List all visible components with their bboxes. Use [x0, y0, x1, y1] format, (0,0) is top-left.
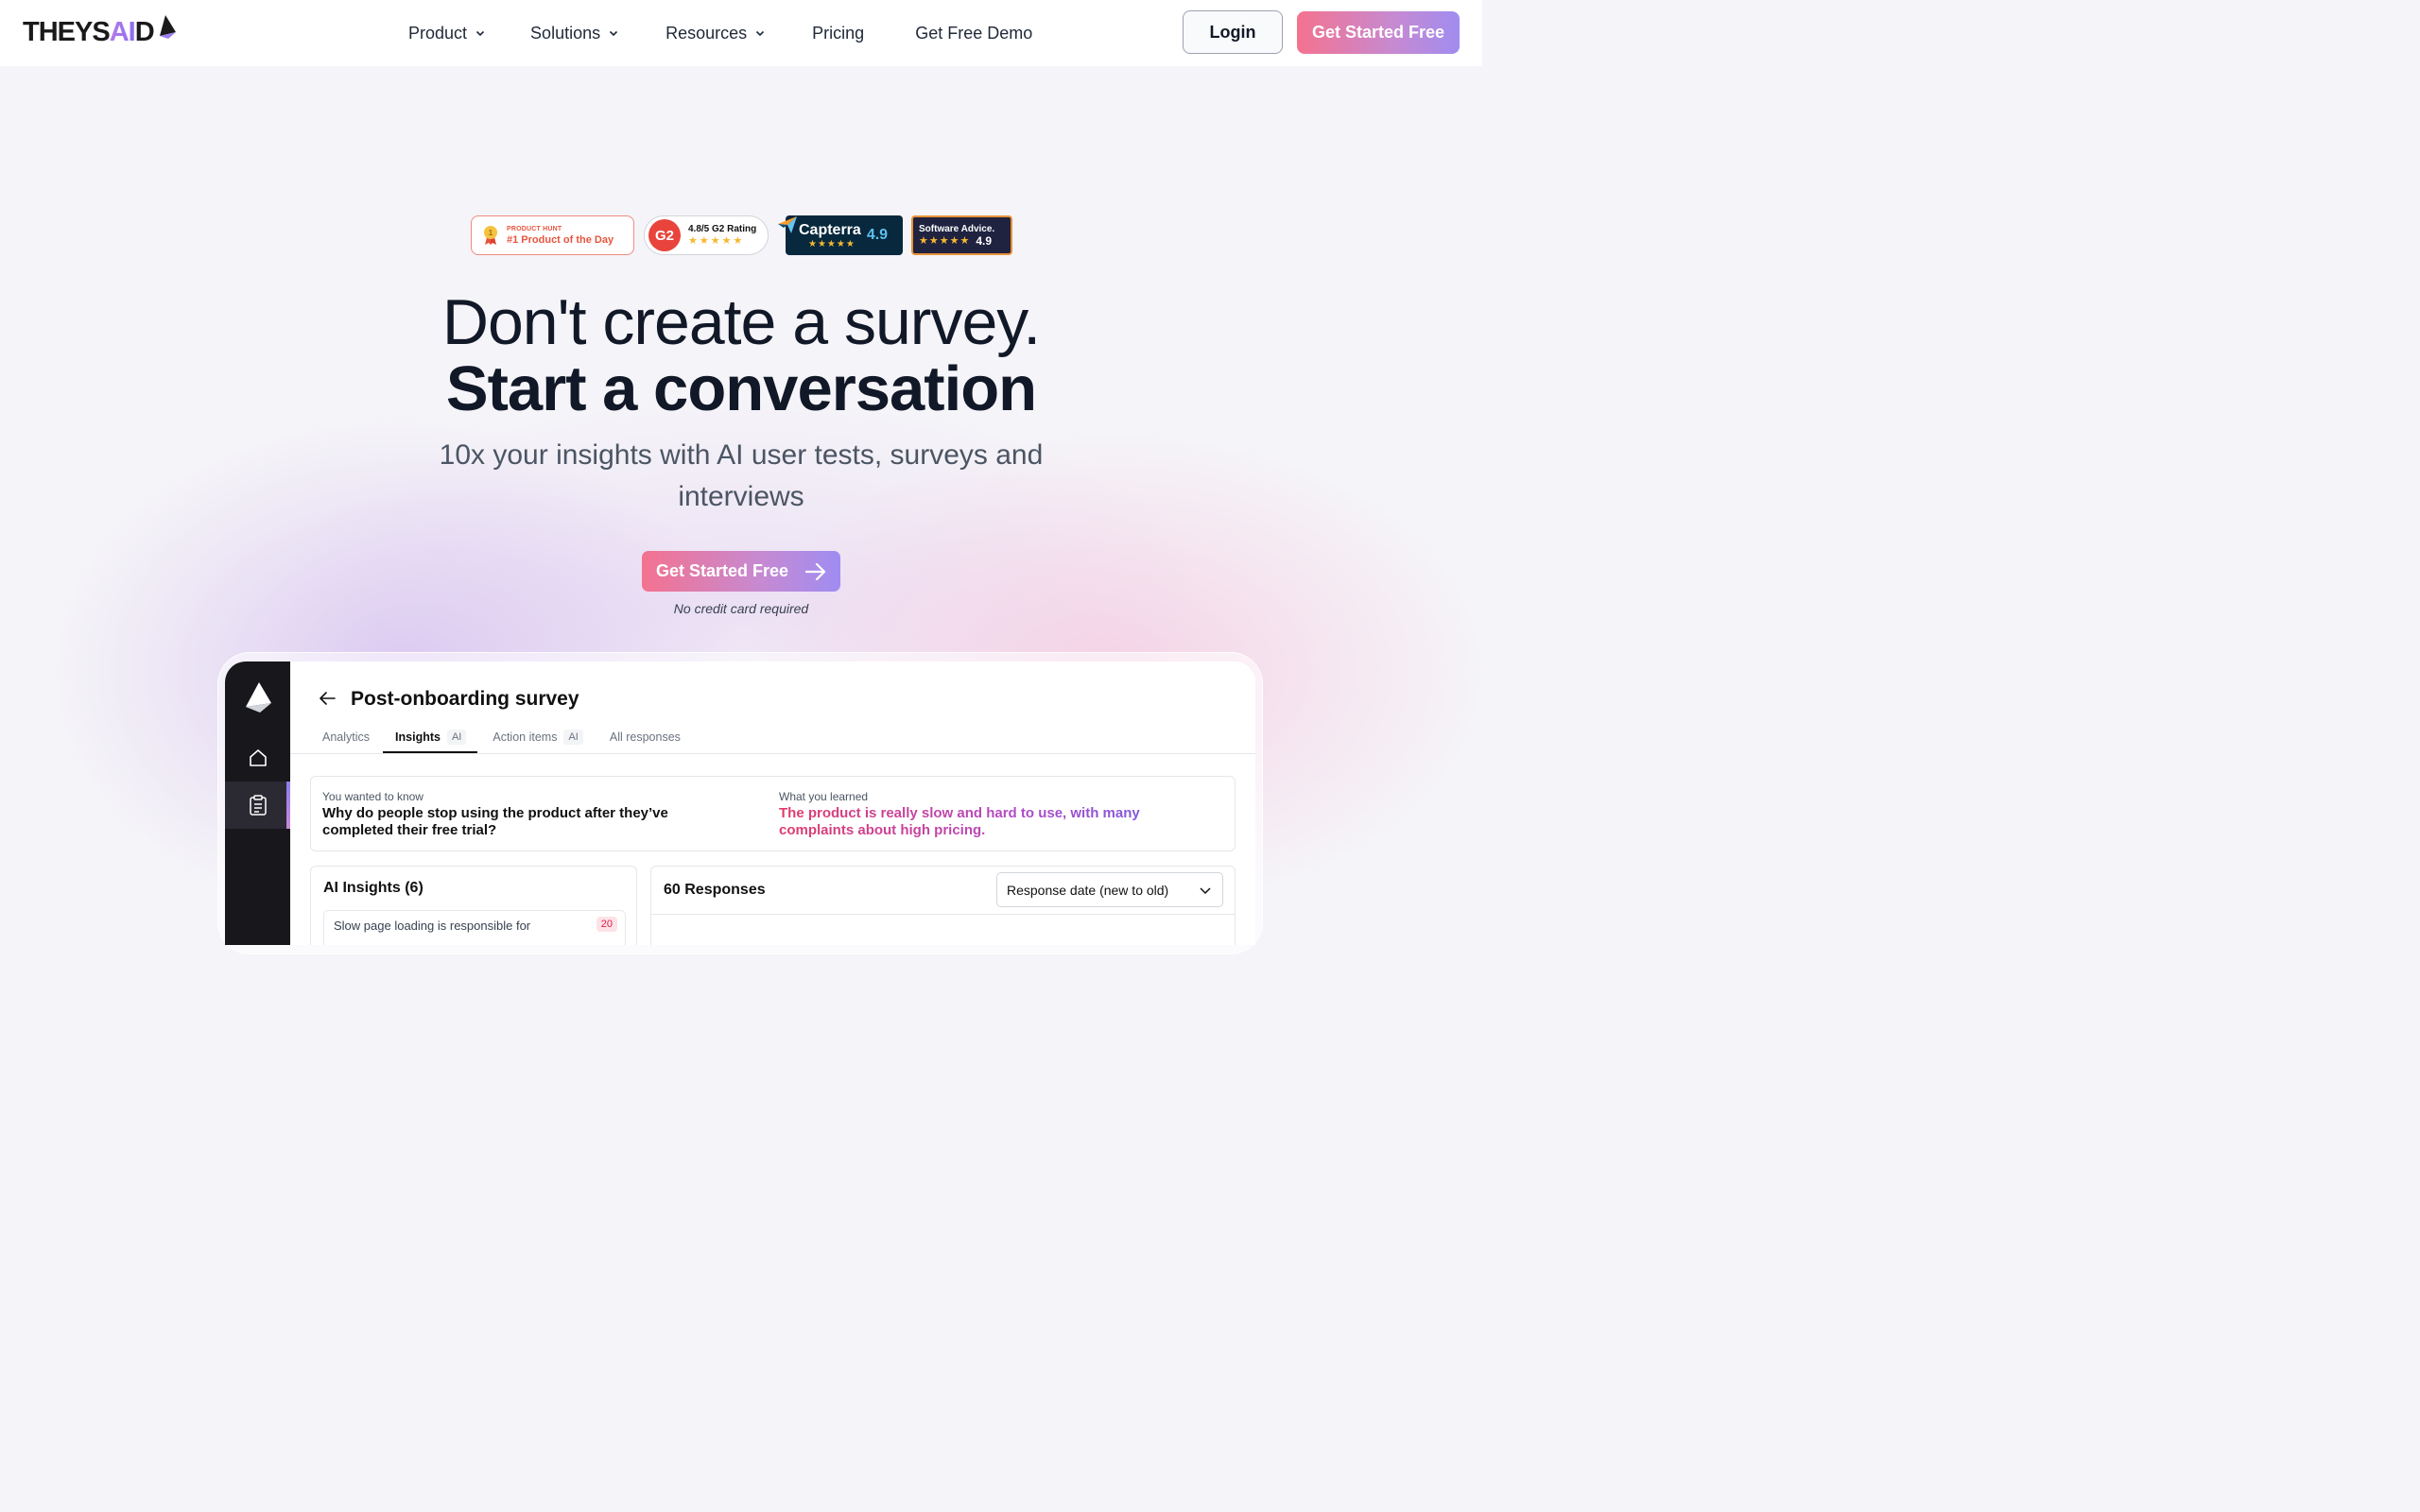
logo-wordmark: THEYSAID: [23, 16, 155, 47]
nav-solutions-label: Solutions: [530, 23, 601, 43]
software-advice-name: Software Advice.: [919, 223, 995, 234]
responses-card: 60 Responses Response date (new to old): [650, 866, 1236, 945]
software-advice-stars: ★★★★★: [919, 235, 971, 247]
hero-subtitle: 10x your insights with AI user tests, su…: [439, 439, 1044, 512]
logo-sail-icon: [159, 15, 176, 39]
g2-stars: ★★★★★: [688, 235, 745, 247]
tab-action-items[interactable]: Action items AI: [493, 724, 583, 750]
home-icon[interactable]: [248, 747, 268, 768]
software-advice-score: 4.9: [976, 233, 992, 248]
capterra-name: Capterra: [799, 221, 861, 238]
sort-dropdown[interactable]: Response date (new to old): [996, 872, 1223, 907]
chevron-down-icon: [610, 30, 618, 37]
responses-divider: [651, 914, 1235, 915]
survey-tabs: Analytics Insights AI Action items AI Al…: [322, 724, 681, 754]
svg-text:1: 1: [489, 229, 493, 237]
know-label: You wanted to know: [322, 790, 424, 803]
nav-product-label: Product: [408, 23, 468, 43]
learn-answer: The product is really slow and hard to u…: [779, 805, 1195, 839]
capterra-score: 4.9: [866, 227, 889, 243]
login-button[interactable]: Login: [1183, 10, 1283, 54]
know-question: Why do people stop using the product aft…: [322, 805, 668, 838]
nav-pricing[interactable]: Pricing: [812, 24, 864, 43]
capterra-badge[interactable]: Capterra ★★★★★ 4.9: [778, 215, 903, 255]
tab-insights[interactable]: Insights AI: [395, 724, 467, 750]
app-preview: Post-onboarding survey Analytics Insight…: [225, 662, 1255, 945]
nav-links: Product Solutions Resources Pricing Get …: [408, 0, 1032, 66]
app-sidebar: [225, 662, 290, 945]
tab-all-responses[interactable]: All responses: [610, 724, 681, 750]
chevron-down-icon: [1200, 887, 1211, 895]
top-nav: THEYSAID Product Solutions Resources Pri…: [0, 0, 1482, 66]
g2-rating-badge[interactable]: G2 4.8/5 G2 Rating ★★★★★: [644, 215, 769, 255]
get-started-free-hero-button[interactable]: Get Started Free: [642, 551, 840, 592]
g2-rating-text: 4.8/5 G2 Rating: [688, 224, 757, 234]
survey-title: Post-onboarding survey: [351, 688, 579, 710]
nav-resources-label: Resources: [666, 23, 748, 43]
app-main-panel: Post-onboarding survey Analytics Insight…: [290, 662, 1255, 945]
ai-insights-card: AI Insights (6) Slow page loading is res…: [310, 866, 637, 945]
g2-logo-icon: G2: [648, 219, 681, 251]
chevron-down-icon: [756, 30, 765, 37]
ai-chip: AI: [563, 730, 583, 745]
clipboard-icon[interactable]: [248, 794, 268, 816]
capterra-arrow-icon: [778, 216, 797, 233]
tabs-divider: [290, 753, 1255, 754]
software-advice-badge[interactable]: Software Advice. ★★★★★ 4.9: [911, 215, 1012, 255]
ai-chip: AI: [446, 730, 467, 745]
capterra-stars: ★★★★★: [808, 238, 856, 249]
nav-product[interactable]: Product: [408, 24, 485, 43]
theysaid-logo[interactable]: THEYSAID: [23, 13, 177, 51]
hero-headline-line1: Don't create a survey.: [441, 286, 1041, 358]
product-hunt-badge[interactable]: 1 PRODUCT HUNT #1 Product of the Day: [471, 215, 634, 255]
responses-title: 60 Responses: [664, 882, 766, 898]
nav-get-free-demo[interactable]: Get Free Demo: [915, 24, 1032, 43]
insight-item[interactable]: Slow page loading is responsible for 20: [323, 910, 626, 945]
product-hunt-award: #1 Product of the Day: [507, 233, 614, 246]
medal-icon: 1: [484, 226, 497, 245]
insight-summary-card: You wanted to know Why do people stop us…: [310, 776, 1236, 851]
hero-headline-line2: Start a conversation: [445, 353, 1037, 424]
nav-resources[interactable]: Resources: [666, 24, 765, 43]
product-hunt-label: PRODUCT HUNT: [507, 225, 562, 232]
tab-analytics[interactable]: Analytics: [322, 724, 370, 750]
learn-label: What you learned: [779, 790, 869, 803]
sort-dropdown-value: Response date (new to old): [1007, 882, 1169, 898]
get-started-free-nav-button[interactable]: Get Started Free: [1297, 11, 1460, 54]
ai-insights-title: AI Insights (6): [323, 880, 424, 896]
insight-item-text: Slow page loading is responsible for: [334, 919, 531, 933]
hero-cta-label: Get Started Free: [655, 561, 789, 580]
nav-solutions[interactable]: Solutions: [530, 24, 618, 43]
no-credit-card-note: No credit card required: [673, 601, 809, 616]
chevron-down-icon: [475, 30, 485, 37]
back-arrow-icon[interactable]: [319, 691, 336, 706]
app-logo-icon: [246, 682, 271, 713]
arrow-right-icon: [805, 562, 826, 580]
insight-count-badge: 20: [596, 917, 617, 932]
